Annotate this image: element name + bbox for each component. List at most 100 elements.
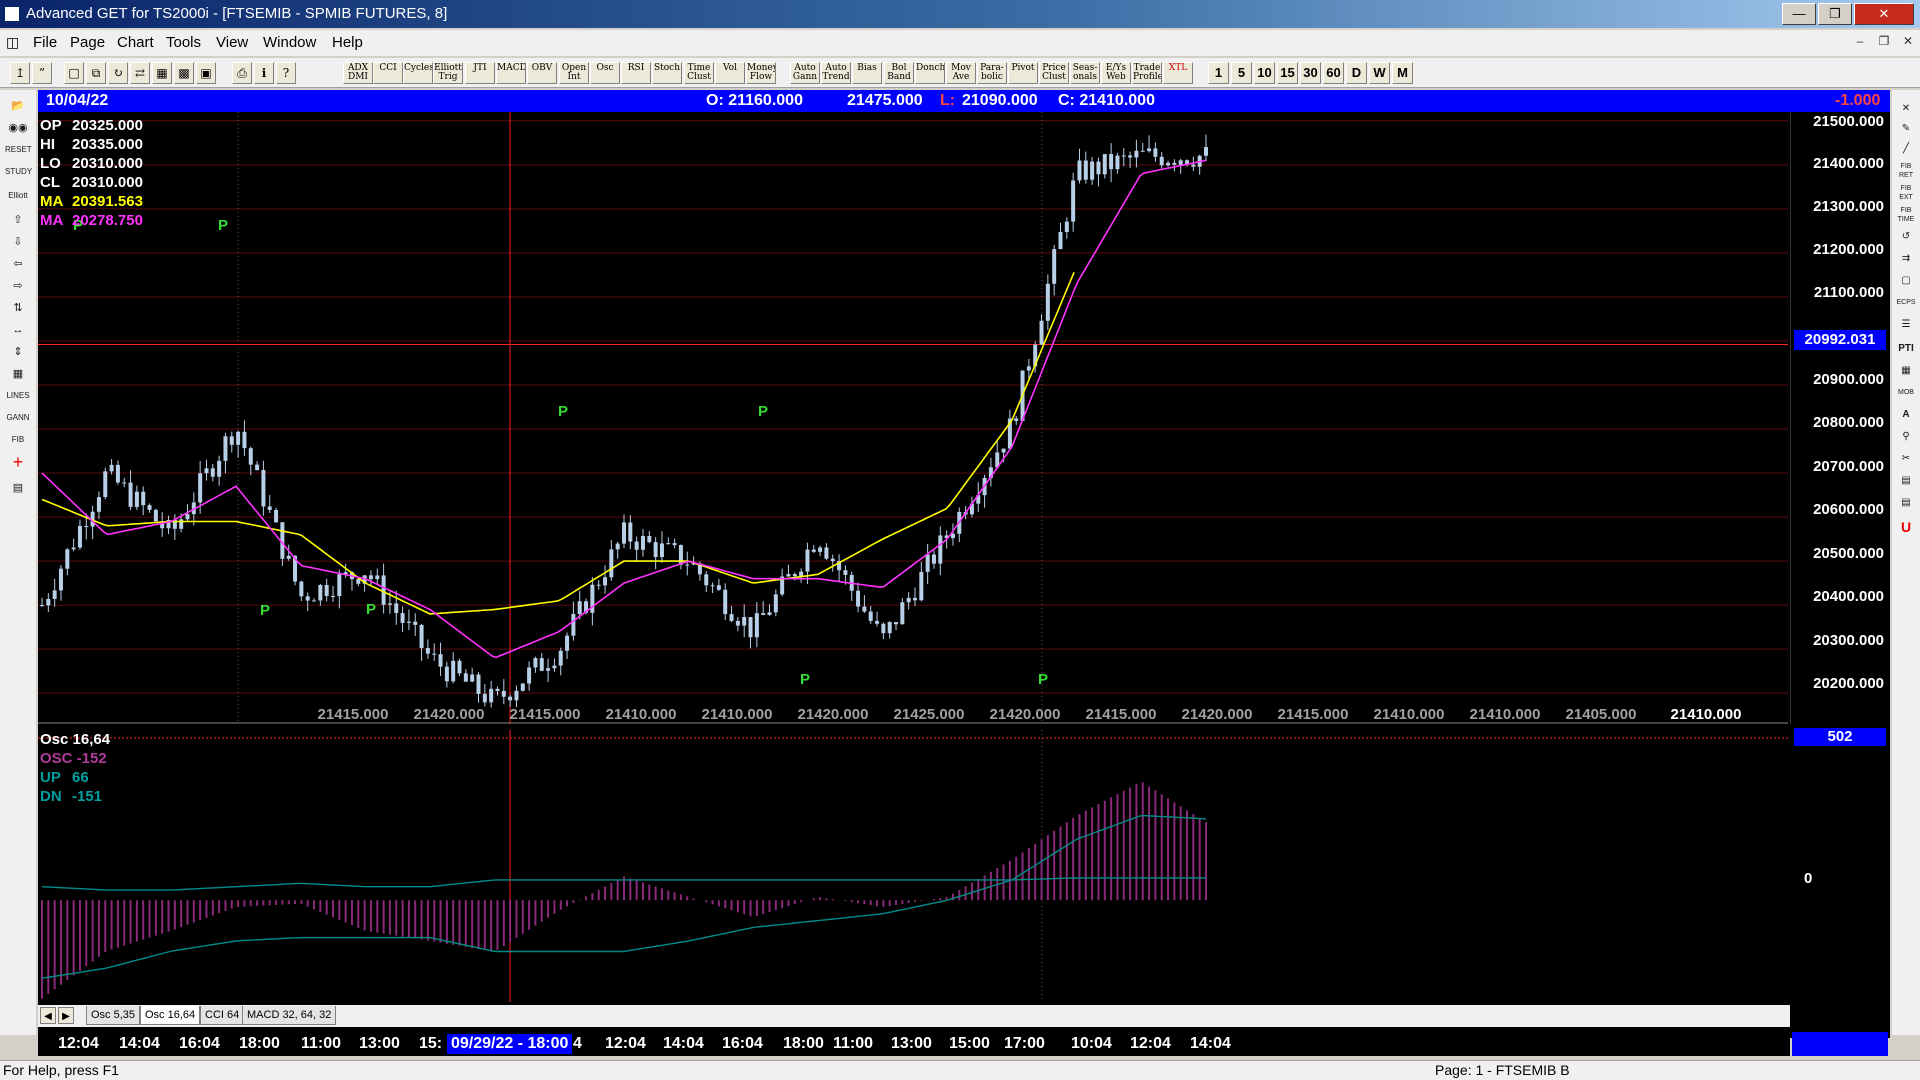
ind-auto-trend[interactable]: Auto Trend xyxy=(821,62,851,84)
lines-icon[interactable]: LINES xyxy=(5,386,31,406)
ind-donch[interactable]: Donch xyxy=(915,62,945,84)
info-icon[interactable]: ℹ xyxy=(254,62,274,84)
ind-obv[interactable]: OBV xyxy=(527,62,557,84)
binoculars-icon[interactable]: ◉◉ xyxy=(5,118,31,138)
maximize-button[interactable]: ❐ xyxy=(1818,3,1852,25)
gann-icon[interactable]: GANN xyxy=(5,408,31,428)
close-button[interactable]: ✕ xyxy=(1854,3,1914,25)
fib-ext-icon[interactable]: FIB EXT xyxy=(1895,184,1917,202)
copy-chart-icon[interactable]: ⧉ xyxy=(86,62,106,84)
period-30[interactable]: 30 xyxy=(1300,62,1321,84)
price-axis[interactable]: 21500.000 21400.000 21300.000 21200.000 … xyxy=(1790,112,1890,724)
period-60[interactable]: 60 xyxy=(1323,62,1344,84)
tab-cci-64[interactable]: CCI 64 xyxy=(200,1006,245,1025)
time-axis[interactable]: 12:04 14:04 16:04 18:00 11:00 13:00 15: … xyxy=(38,1032,1790,1056)
ind-bias[interactable]: Bias xyxy=(852,62,882,84)
arrow-down-icon[interactable]: ⇩ xyxy=(5,232,31,252)
refresh-icon[interactable]: ↻ xyxy=(108,62,128,84)
menu-view[interactable]: View xyxy=(216,34,248,51)
ind-auto-gann[interactable]: Auto Gann xyxy=(790,62,820,84)
layers-icon[interactable]: ▤ xyxy=(1895,472,1917,490)
period-monthly[interactable]: M xyxy=(1392,62,1413,84)
ind-elliott-trig[interactable]: Elliott Trig xyxy=(433,62,463,84)
ind-adx-dmi[interactable]: ADX DMI xyxy=(343,62,373,84)
ind-price-clust[interactable]: Price Clust xyxy=(1039,62,1069,84)
ind-osc[interactable]: Osc xyxy=(590,62,620,84)
tile-icon[interactable]: ▣ xyxy=(196,62,216,84)
ind-vol[interactable]: Vol xyxy=(715,62,745,84)
tab-scroll-left-icon[interactable]: ◀ xyxy=(40,1007,56,1024)
arrow-up-icon[interactable]: ⇧ xyxy=(5,210,31,230)
tab-scroll-right-icon[interactable]: ▶ xyxy=(58,1007,74,1024)
fib-icon[interactable]: FIB xyxy=(5,430,31,450)
period-15[interactable]: 15 xyxy=(1277,62,1298,84)
expand-icon[interactable]: ↔ xyxy=(5,320,31,340)
ind-bol-band[interactable]: Bol Band xyxy=(884,62,914,84)
menu-tools[interactable]: Tools xyxy=(166,34,201,51)
price-chart[interactable]: P PPPP PP P21415.000 21420.000 21415.000 21410… xyxy=(38,112,1790,724)
scale-icon[interactable]: ⇕ xyxy=(5,342,31,362)
undo-icon[interactable]: U xyxy=(1895,518,1917,536)
ind-trade-profile[interactable]: Trade Profile xyxy=(1132,62,1162,84)
period-10[interactable]: 10 xyxy=(1254,62,1275,84)
text-tool-icon[interactable]: A xyxy=(1895,406,1917,424)
ind-parabolic[interactable]: Para-bolic xyxy=(977,62,1007,84)
sync-icon[interactable]: ⇄ xyxy=(130,62,150,84)
minimize-button[interactable]: — xyxy=(1782,3,1816,25)
layout-icon[interactable]: ▦ xyxy=(152,62,172,84)
ind-macd[interactable]: MACD xyxy=(496,62,526,84)
mdi-close-button[interactable]: ✕ xyxy=(1898,34,1918,52)
ellipse-icon[interactable]: ECPS xyxy=(1895,294,1917,312)
period-5[interactable]: 5 xyxy=(1231,62,1252,84)
period-weekly[interactable]: W xyxy=(1369,62,1390,84)
quote-icon[interactable]: ” xyxy=(32,62,52,84)
oscillator-chart[interactable] xyxy=(38,730,1790,1002)
ind-stoch[interactable]: Stoch xyxy=(652,62,682,84)
line-tool-icon[interactable]: ╱ xyxy=(1895,140,1917,158)
crosshair-icon[interactable]: + xyxy=(5,452,31,472)
pencil-icon[interactable]: ✎ xyxy=(1895,120,1917,138)
ind-jti[interactable]: JTI xyxy=(465,62,495,84)
ind-cycles[interactable]: Cycles xyxy=(403,62,433,84)
print-icon[interactable]: ⎙ xyxy=(232,62,252,84)
notes-icon[interactable]: ▤ xyxy=(1895,494,1917,512)
zoom-icon[interactable]: ⚲ xyxy=(1895,428,1917,446)
ind-mov-ave[interactable]: Mov Ave xyxy=(946,62,976,84)
period-daily[interactable]: D xyxy=(1346,62,1367,84)
ind-open-int[interactable]: Open Int xyxy=(559,62,589,84)
arrow-right-icon[interactable]: ⇨ xyxy=(5,276,31,296)
pti-icon[interactable]: PTI xyxy=(1895,340,1917,358)
menu-chart[interactable]: Chart xyxy=(117,34,154,51)
spiral-icon[interactable]: ↺ xyxy=(1895,228,1917,246)
ind-pivot[interactable]: Pivot xyxy=(1008,62,1038,84)
study-icon[interactable]: STUDY xyxy=(5,162,32,182)
ind-time-clust[interactable]: Time Clust xyxy=(684,62,714,84)
mob-icon[interactable]: MOB xyxy=(1895,384,1917,402)
box-icon[interactable]: ▢ xyxy=(1895,272,1917,290)
menu-help[interactable]: Help xyxy=(332,34,363,51)
cursor-tool-icon[interactable]: ↥ xyxy=(10,62,30,84)
ind-seasonals[interactable]: Seas-onals xyxy=(1070,62,1100,84)
menu-page[interactable]: Page xyxy=(70,34,105,51)
menu-window[interactable]: Window xyxy=(263,34,316,51)
mdi-restore-button[interactable]: ❐ xyxy=(1874,34,1894,52)
ind-rsi[interactable]: RSI xyxy=(621,62,651,84)
ind-xtl[interactable]: XTL xyxy=(1163,62,1193,84)
compress-icon[interactable]: ⇅ xyxy=(5,298,31,318)
eraser-icon[interactable]: ✂ xyxy=(1895,450,1917,468)
ind-eys-web[interactable]: E/Ys Web xyxy=(1101,62,1131,84)
grid-tool-icon[interactable]: ▦ xyxy=(1895,362,1917,380)
period-1[interactable]: 1 xyxy=(1208,62,1229,84)
ind-money-flow[interactable]: Money Flow xyxy=(746,62,776,84)
fib-ret-icon[interactable]: FIB RET xyxy=(1895,162,1917,180)
table-icon[interactable]: ▦ xyxy=(5,364,31,384)
ind-cci[interactable]: CCI xyxy=(373,62,403,84)
open-chart-icon[interactable]: 📂 xyxy=(5,96,31,116)
arrow-left-icon[interactable]: ⇦ xyxy=(5,254,31,274)
elliott-icon[interactable]: Elliott xyxy=(5,186,31,206)
clipboard-icon[interactable]: ▤ xyxy=(5,478,31,498)
reset-icon[interactable]: RESET xyxy=(5,140,32,160)
fib-time-icon[interactable]: FIB TIME xyxy=(1895,206,1917,224)
tab-macd[interactable]: MACD 32, 64, 32 xyxy=(242,1006,337,1025)
grid-icon[interactable]: ▩ xyxy=(174,62,194,84)
